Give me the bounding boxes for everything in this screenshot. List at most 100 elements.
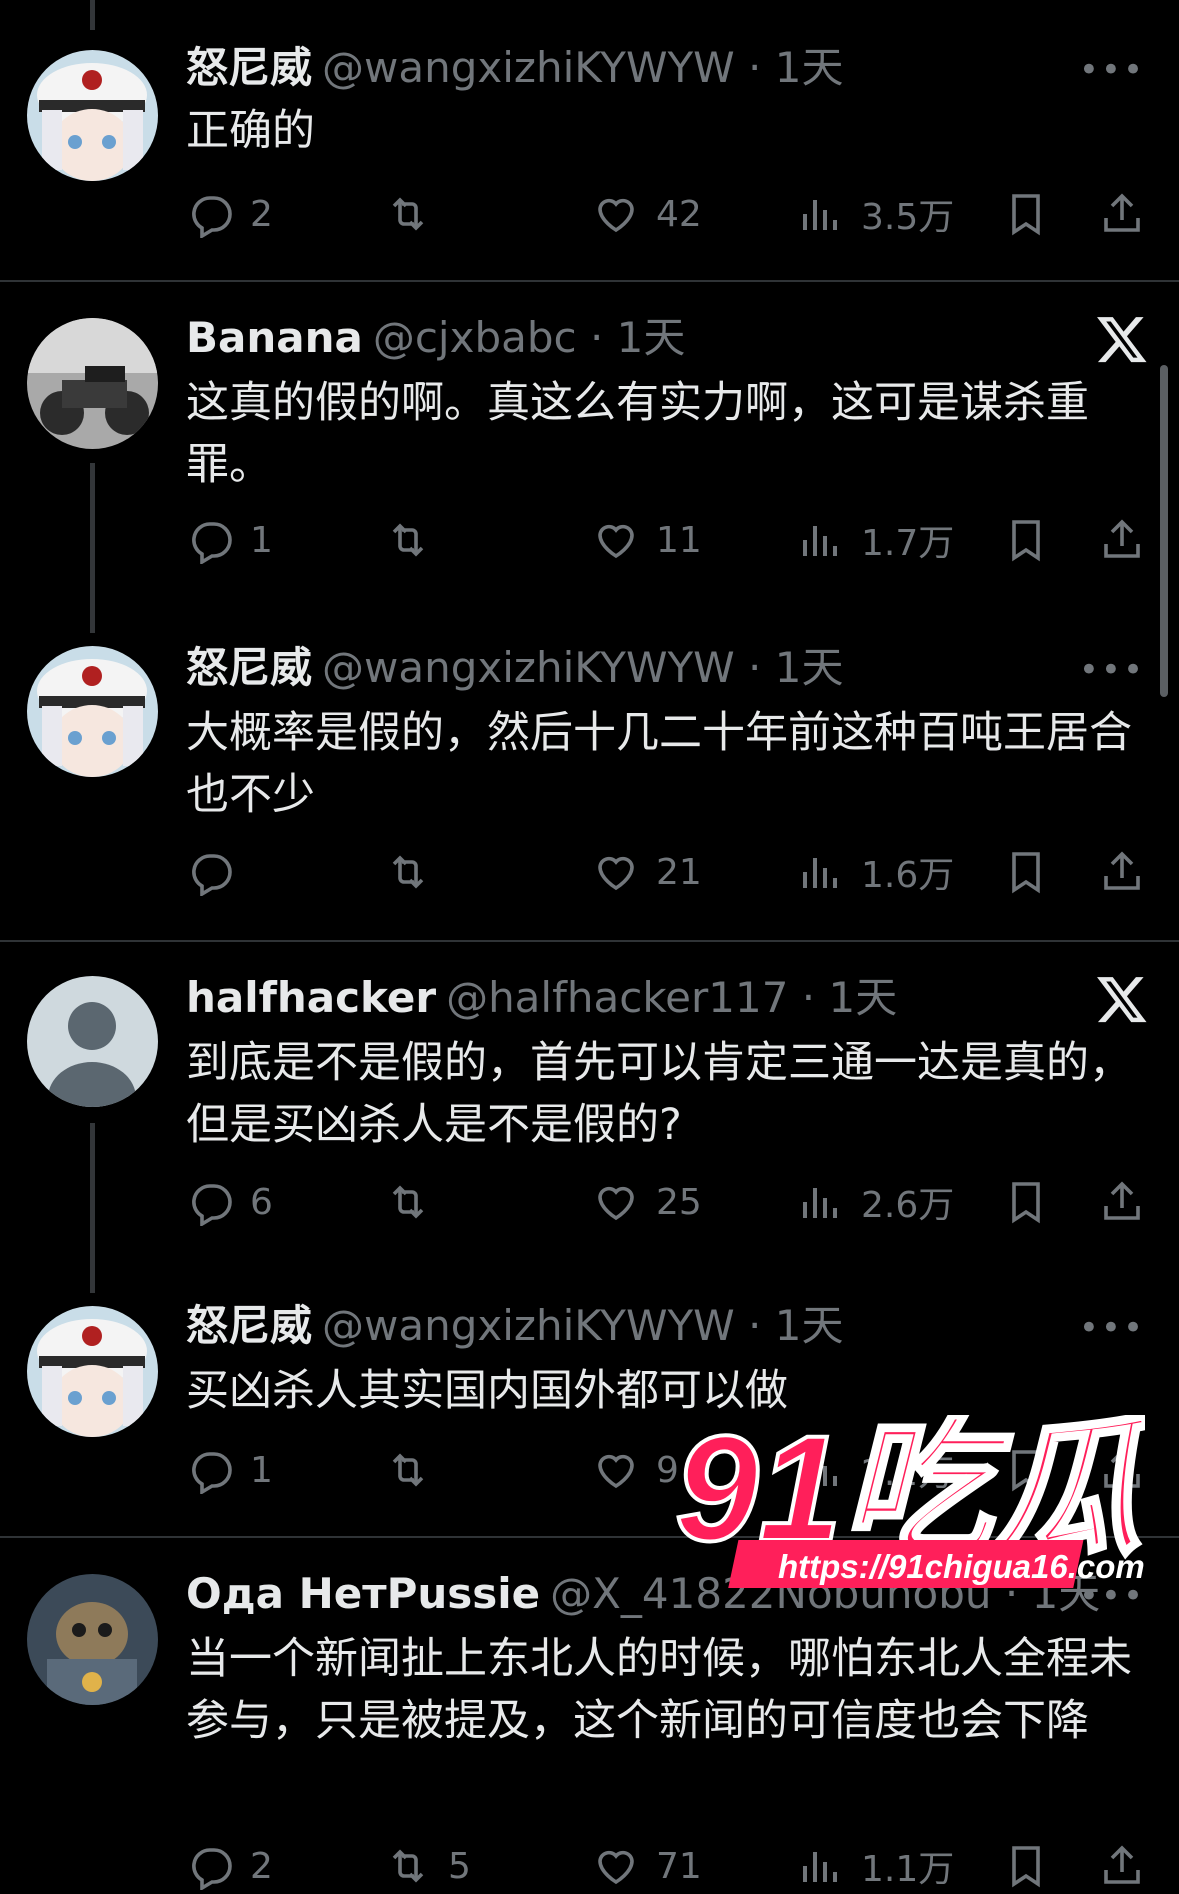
reply-icon: [192, 854, 232, 896]
views-button[interactable]: 1.6万: [797, 844, 954, 900]
handle[interactable]: @wangxizhiKYWYW · 1天: [322, 1301, 843, 1350]
scrollbar[interactable]: [1160, 365, 1168, 697]
reply-button[interactable]: 2: [186, 1838, 273, 1894]
views-icon: [803, 1188, 837, 1218]
share-button[interactable]: [1098, 512, 1146, 568]
views-button[interactable]: 1.1万: [797, 1838, 954, 1894]
like-button[interactable]: 71: [592, 1838, 702, 1894]
avatar[interactable]: [27, 646, 158, 777]
share-button[interactable]: [1098, 186, 1146, 242]
retweet-button[interactable]: [384, 186, 432, 242]
handle[interactable]: @halfhacker117 · 1天: [446, 973, 897, 1022]
display-name[interactable]: 怒尼威: [186, 643, 312, 692]
bookmark-icon: [1012, 194, 1040, 236]
bookmark-button[interactable]: [1002, 186, 1050, 242]
tweet[interactable]: 怒尼威 @wangxizhiKYWYW · 1天 ••• 大概率是假的，然后十几二…: [0, 612, 1179, 940]
views-count: 2.6万: [861, 1185, 955, 1226]
bookmark-button[interactable]: [1002, 1174, 1050, 1230]
views-count: 3.5万: [861, 197, 955, 238]
views-count: 1.1万: [861, 1849, 955, 1890]
share-button[interactable]: [1098, 844, 1146, 900]
avatar[interactable]: [27, 1306, 158, 1437]
avatar[interactable]: [27, 50, 158, 181]
tweet[interactable]: 怒尼威 @wangxizhiKYWYW · 1天 ••• 正确的 2 42 3.5万: [0, 0, 1179, 280]
like-button[interactable]: 11: [592, 512, 702, 568]
tweet-text: 大概率是假的，然后十几二十年前这种百吨王居合也不少: [186, 708, 1132, 820]
action-bar: 2 42 3.5万: [0, 186, 1179, 242]
like-count: 21: [656, 851, 702, 893]
handle[interactable]: @cjxbabc · 1天: [373, 313, 686, 362]
like-count: 42: [656, 193, 702, 235]
reply-icon: [192, 522, 232, 564]
reply-count: 2: [250, 1845, 273, 1887]
bookmark-button[interactable]: [1002, 1838, 1050, 1894]
reply-button[interactable]: 2: [186, 186, 273, 242]
tweet[interactable]: halfhacker @halfhacker117 · 1天 到底是不是假的，首先…: [0, 942, 1179, 1270]
retweet-button[interactable]: [384, 512, 432, 568]
retweet-button[interactable]: [384, 844, 432, 900]
views-button[interactable]: 1.7万: [797, 512, 954, 568]
tweet-text: 到底是不是假的，首先可以肯定三通一达是真的，但是买凶杀人是不是假的?: [186, 1038, 1132, 1150]
reply-icon: [192, 1848, 232, 1890]
retweet-icon: [392, 1849, 424, 1883]
avatar[interactable]: [27, 318, 158, 449]
avatar[interactable]: [27, 976, 158, 1107]
handle[interactable]: @wangxizhiKYWYW · 1天: [322, 43, 843, 92]
bookmark-button[interactable]: [1002, 512, 1050, 568]
views-icon: [803, 200, 837, 230]
share-button[interactable]: [1098, 1838, 1146, 1894]
display-name[interactable]: Banana: [186, 313, 363, 362]
retweet-icon: [392, 523, 424, 557]
x-logo-icon: [1097, 977, 1147, 1023]
reply-count: 2: [250, 193, 273, 235]
avatar[interactable]: [27, 1574, 158, 1705]
reply-button[interactable]: 1: [186, 1442, 273, 1498]
retweet-button[interactable]: [384, 1174, 432, 1230]
like-button[interactable]: 9: [592, 1442, 679, 1498]
display-name[interactable]: halfhacker: [186, 973, 436, 1022]
retweet-button[interactable]: 5: [384, 1838, 471, 1894]
like-button[interactable]: 42: [592, 186, 702, 242]
handle[interactable]: @wangxizhiKYWYW · 1天: [322, 643, 843, 692]
retweet-icon: [392, 197, 424, 231]
more-icon[interactable]: •••: [1079, 53, 1145, 87]
share-button[interactable]: [1098, 1174, 1146, 1230]
tweet-text: 当一个新闻扯上东北人的时候，哪怕东北人全程未参与，只是被提及，这个新闻的可信度也…: [186, 1634, 1132, 1746]
reply-count: 6: [250, 1181, 273, 1223]
like-icon: [598, 856, 634, 891]
like-icon: [598, 1454, 634, 1489]
like-button[interactable]: 25: [592, 1174, 702, 1230]
tweet[interactable]: Banana @cjxbabc · 1天 这真的假的啊。真这么有实力啊，这可是谋杀…: [0, 282, 1179, 612]
display-name[interactable]: 怒尼威: [186, 43, 312, 92]
more-icon[interactable]: •••: [1079, 1311, 1145, 1345]
share-icon: [1104, 1845, 1140, 1884]
like-count: 11: [656, 519, 702, 561]
display-name[interactable]: Ода НетPussie: [186, 1569, 540, 1618]
share-icon: [1104, 1181, 1140, 1220]
views-button[interactable]: 3.5万: [797, 186, 954, 242]
views-count: 1.6万: [861, 855, 955, 896]
views-icon: [803, 1852, 837, 1882]
like-button[interactable]: 21: [592, 844, 702, 900]
bookmark-icon: [1012, 1846, 1040, 1888]
action-bar: 2 5 71 1.1万: [0, 1838, 1179, 1894]
views-button[interactable]: 2.6万: [797, 1174, 954, 1230]
tweet-text: 买凶杀人其实国内国外都可以做: [186, 1366, 788, 1416]
more-icon[interactable]: •••: [1079, 653, 1145, 687]
share-icon: [1104, 519, 1140, 558]
retweet-button[interactable]: [384, 1442, 432, 1498]
like-icon: [598, 524, 634, 559]
action-bar: 21 1.6万: [0, 844, 1179, 900]
bookmark-icon: [1012, 520, 1040, 562]
reply-icon: [192, 1452, 232, 1494]
bookmark-button[interactable]: [1002, 844, 1050, 900]
retweet-icon: [392, 1453, 424, 1487]
reply-button[interactable]: 1: [186, 512, 273, 568]
views-icon: [803, 526, 837, 556]
share-icon: [1104, 193, 1140, 232]
reply-button[interactable]: 6: [186, 1174, 273, 1230]
tweet-text: 正确的: [186, 106, 315, 156]
display-name[interactable]: 怒尼威: [186, 1301, 312, 1350]
watermark-url: https://91chigua16.com: [778, 1548, 1145, 1585]
reply-button[interactable]: [186, 844, 234, 900]
